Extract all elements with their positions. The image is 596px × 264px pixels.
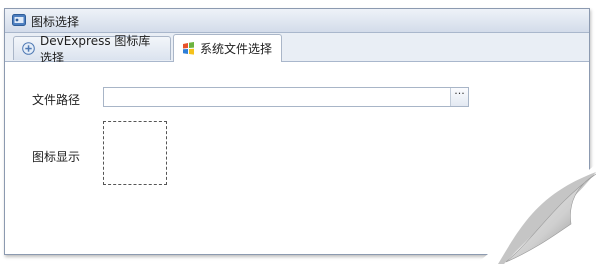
window-title: 图标选择: [31, 15, 80, 29]
tab-strip: DevExpress 图标库选择 系统文件选择: [5, 33, 589, 65]
page-curl-decoration: [476, 164, 596, 264]
icon-preview-label: 图标显示: [32, 150, 81, 164]
tab-devexpress-label: DevExpress 图标库选择: [40, 33, 151, 65]
tab-system-file-label: 系统文件选择: [200, 42, 273, 56]
tab-devexpress-library[interactable]: DevExpress 图标库选择: [13, 34, 171, 65]
devexpress-icon: [22, 42, 35, 55]
icon-preview-box: [103, 121, 167, 185]
windows-logo-icon: [183, 42, 194, 55]
tab-system-file[interactable]: 系统文件选择: [173, 34, 282, 62]
file-path-label: 文件路径: [32, 93, 81, 107]
title-bar: 图标选择: [5, 9, 589, 33]
file-path-input[interactable]: ···: [103, 87, 469, 107]
window-app-icon: [12, 13, 26, 27]
browse-button[interactable]: ···: [450, 88, 468, 106]
